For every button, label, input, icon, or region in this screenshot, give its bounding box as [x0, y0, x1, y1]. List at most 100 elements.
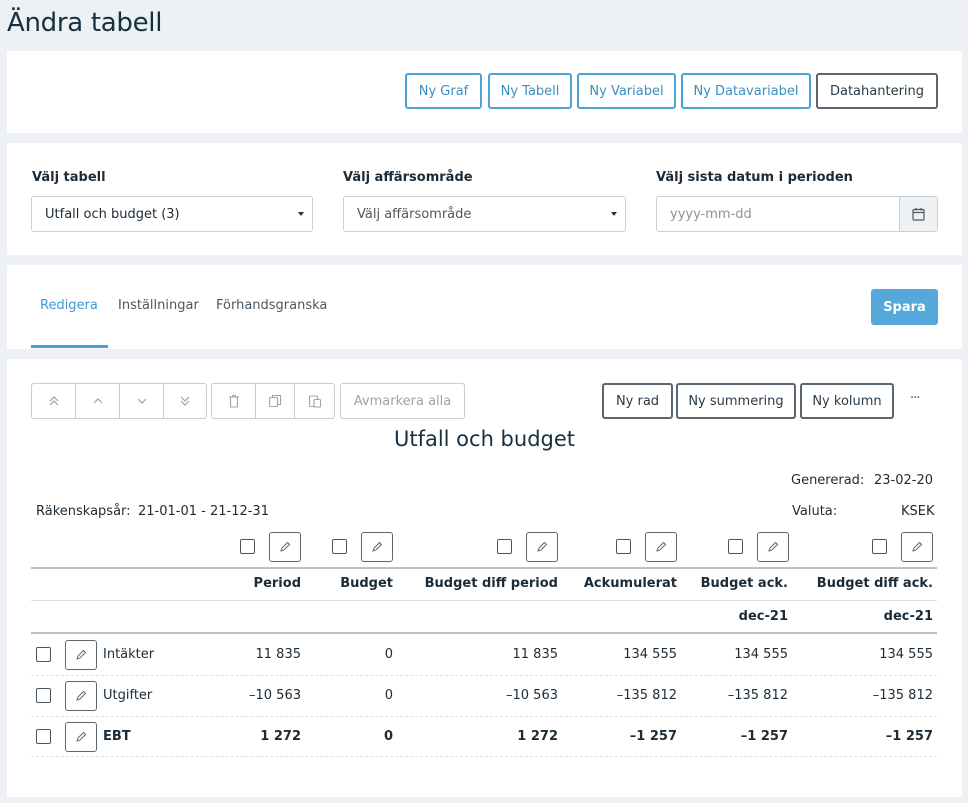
row-label: EBT	[103, 729, 131, 744]
fiscal-year-label: Räkenskapsår:	[36, 504, 131, 519]
column-checkbox[interactable]	[497, 539, 512, 554]
page-title: Ändra tabell	[7, 8, 163, 38]
new-datavariable-button[interactable]: Ny Datavariabel	[681, 73, 811, 109]
pencil-icon	[656, 541, 667, 552]
column-subheader-budget-ack: dec-21	[738, 609, 788, 624]
edit-column-button[interactable]	[757, 532, 789, 562]
table-cell: –1 257	[885, 729, 933, 744]
table-select[interactable]: Utfall och budget (3)	[31, 196, 313, 232]
delete-button[interactable]	[211, 383, 256, 419]
area-select[interactable]: Välj affärsområde	[343, 196, 626, 232]
tab-forhandsgranska[interactable]: Förhandsgranska	[216, 298, 327, 313]
more-options-icon[interactable]: ···	[910, 391, 920, 406]
table-cell: 0	[383, 729, 393, 744]
column-checkbox[interactable]	[332, 539, 347, 554]
pencil-icon	[768, 541, 779, 552]
area-select-label: Välj affärsområde	[343, 170, 473, 185]
move-top-button[interactable]	[31, 383, 76, 419]
table-cell: –1 257	[629, 729, 677, 744]
edit-row-button[interactable]	[65, 722, 97, 752]
table-cell: 1 272	[260, 729, 301, 744]
new-row-button[interactable]: Ny rad	[602, 383, 673, 419]
deselect-all-button[interactable]: Avmarkera alla	[340, 383, 465, 419]
currency-label: Valuta:	[792, 504, 838, 519]
row-divider	[31, 675, 937, 676]
edit-row-button[interactable]	[65, 640, 97, 670]
active-tab-indicator	[31, 345, 108, 348]
edit-column-button[interactable]	[645, 532, 677, 562]
table-select-value: Utfall och budget (3)	[45, 206, 180, 222]
chevron-down-icon	[298, 212, 304, 216]
row-label: Utgifter	[103, 688, 153, 703]
row-checkbox[interactable]	[36, 729, 51, 744]
pencil-icon	[76, 649, 87, 660]
chevron-down-icon	[137, 398, 146, 404]
table-cell: 1 272	[517, 729, 558, 744]
row-label: Intäkter	[103, 647, 155, 662]
table-cell: 11 835	[255, 647, 302, 662]
table-cell: 134 555	[734, 647, 788, 662]
edit-column-button[interactable]	[269, 532, 301, 562]
column-header-budget: Budget	[340, 576, 393, 591]
move-down-button[interactable]	[119, 383, 164, 419]
new-table-button[interactable]: Ny Tabell	[488, 73, 572, 109]
chevron-down-icon	[611, 212, 617, 216]
table-cell: –1 257	[740, 729, 788, 744]
trash-icon	[228, 394, 239, 408]
table-cell: 134 555	[623, 647, 677, 662]
tab-redigera[interactable]: Redigera	[40, 298, 98, 313]
generated-value: 23-02-20	[874, 473, 934, 488]
row-divider	[31, 716, 937, 717]
new-graph-button[interactable]: Ny Graf	[405, 73, 482, 109]
edit-column-button[interactable]	[361, 532, 393, 562]
report-title: Utfall och budget	[393, 427, 576, 451]
column-header-budget-diff-period: Budget diff period	[424, 576, 558, 591]
new-column-button[interactable]: Ny kolumn	[800, 383, 894, 419]
pencil-icon	[912, 541, 923, 552]
column-header-ackumulerat: Ackumulerat	[583, 576, 677, 591]
date-label: Välj sista datum i perioden	[656, 170, 853, 185]
date-input[interactable]	[657, 197, 900, 231]
table-header-border	[31, 567, 937, 569]
data-management-button[interactable]: Datahantering	[816, 73, 938, 109]
column-header-period: Period	[253, 576, 301, 591]
save-button[interactable]: Spara	[871, 289, 938, 325]
new-summary-button[interactable]: Ny summering	[676, 383, 796, 419]
row-checkbox[interactable]	[36, 688, 51, 703]
copy-button[interactable]	[255, 383, 295, 419]
chevron-up-icon	[93, 398, 102, 404]
edit-row-button[interactable]	[65, 681, 97, 711]
calendar-button[interactable]	[899, 197, 937, 231]
table-cell: 0	[384, 688, 393, 703]
column-checkbox[interactable]	[728, 539, 743, 554]
paste-button[interactable]	[294, 383, 335, 419]
tab-installningar[interactable]: Inställningar	[118, 298, 199, 313]
table-cell: –10 563	[249, 688, 301, 703]
area-select-placeholder: Välj affärsområde	[357, 206, 472, 222]
fiscal-year-value: 21-01-01 - 21-12-31	[138, 504, 269, 519]
new-variable-button[interactable]: Ny Variabel	[577, 73, 676, 109]
row-checkbox[interactable]	[36, 647, 51, 662]
double-chevron-down-icon	[180, 396, 190, 406]
move-up-button[interactable]	[75, 383, 120, 419]
pencil-icon	[537, 541, 548, 552]
pencil-icon	[76, 731, 87, 742]
column-checkbox[interactable]	[240, 539, 255, 554]
column-header-budget-ack: Budget ack.	[700, 576, 788, 591]
paste-icon	[308, 395, 321, 408]
edit-column-button[interactable]	[901, 532, 933, 562]
table-divider	[31, 632, 937, 634]
edit-column-button[interactable]	[526, 532, 558, 562]
table-cell: –135 812	[616, 688, 677, 703]
column-checkbox[interactable]	[872, 539, 887, 554]
column-checkbox[interactable]	[616, 539, 631, 554]
move-bottom-button[interactable]	[163, 383, 207, 419]
table-cell: –135 812	[872, 688, 933, 703]
table-cell: 11 835	[512, 647, 559, 662]
row-divider	[31, 756, 937, 757]
table-cell: 134 555	[879, 647, 933, 662]
pencil-icon	[372, 541, 383, 552]
table-cell: 0	[384, 647, 393, 662]
column-subheader-budget-diff-ack: dec-21	[883, 609, 933, 624]
filters-card: Välj tabell Utfall och budget (3) Välj a…	[7, 143, 962, 255]
